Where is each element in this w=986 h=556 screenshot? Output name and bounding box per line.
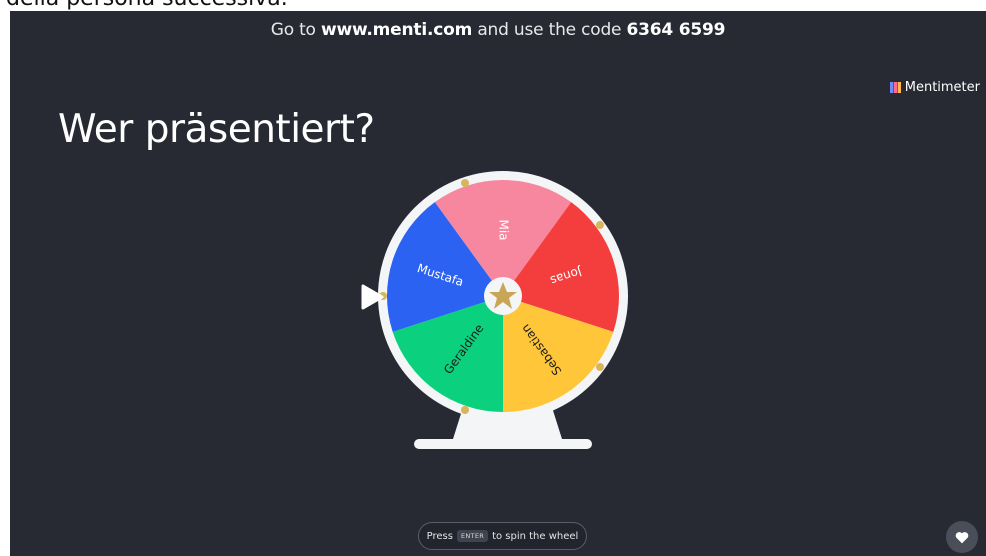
spin-wheel[interactable]: MiaJonasSebastianGeraldineMustafa (10, 11, 986, 556)
hint-press: Press (426, 530, 453, 542)
wheel-stud (596, 221, 604, 229)
wheel-base (414, 439, 592, 449)
wheel-label-mia: Mia (497, 219, 511, 240)
spin-hint: Press ENTER to spin the wheel (418, 522, 587, 550)
hint-rest: to spin the wheel (492, 530, 579, 542)
enter-key-badge: ENTER (456, 530, 489, 542)
caption-text: della persona successiva. (6, 0, 288, 11)
heart-icon (955, 531, 969, 543)
wheel-stud (596, 363, 604, 371)
wheel-stud (461, 179, 469, 187)
reaction-button[interactable] (946, 521, 978, 553)
wheel-stud (461, 406, 469, 414)
presentation-slide: Go to www.menti.com and use the code 636… (10, 11, 986, 556)
